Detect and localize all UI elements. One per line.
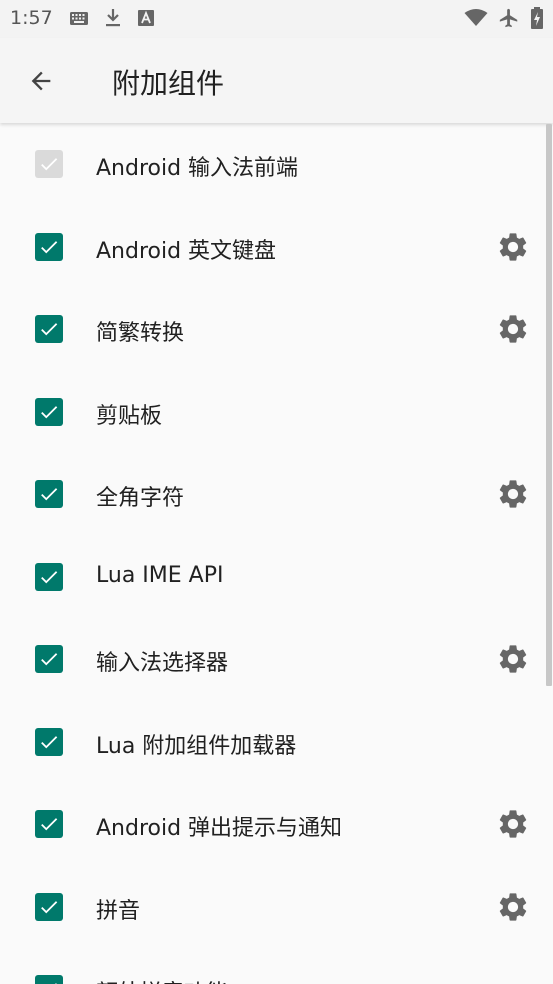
check-icon: [41, 240, 58, 253]
plugin-checkbox[interactable]: [35, 562, 63, 591]
app-bar: 附加组件: [0, 38, 553, 123]
plugin-row[interactable]: Lua IME API: [0, 536, 553, 618]
check-icon: [41, 323, 58, 336]
plugin-list[interactable]: Android 输入法前端 Android 英文键盘 简繁转换剪贴板全角字符 Lua …: [0, 123, 553, 984]
plugin-row[interactable]: 拼音: [0, 866, 553, 948]
page-title: 附加组件: [112, 67, 225, 100]
plugin-row[interactable]: Android 英文键盘: [0, 206, 553, 288]
plugin-checkbox[interactable]: [35, 645, 63, 673]
status-time: 1:57: [10, 7, 53, 29]
plugin-checkbox[interactable]: [35, 975, 63, 984]
check-icon: [41, 653, 58, 666]
plugin-settings-button[interactable]: [496, 642, 530, 676]
plugin-row[interactable]: 简繁转换: [0, 288, 553, 370]
plugin-label: 剪贴板: [96, 403, 163, 429]
plugin-row[interactable]: Android 输入法前端: [0, 123, 553, 205]
plugin-row[interactable]: 输入法选择器: [0, 618, 553, 700]
plugin-row[interactable]: 全角字符: [0, 453, 553, 535]
plugin-label: 输入法选择器: [96, 651, 229, 676]
keyboard-icon: [70, 12, 88, 25]
gear-icon: [499, 810, 527, 838]
plugin-row[interactable]: 额外拼音功能: [0, 948, 553, 984]
check-icon: [41, 570, 58, 583]
plugin-checkbox[interactable]: [35, 315, 63, 343]
arrow-back-icon: [31, 71, 51, 91]
plugin-row[interactable]: Android 弹出提示与通知: [0, 783, 553, 865]
check-icon: [55, 983, 57, 984]
plugin-checkbox[interactable]: [35, 397, 63, 426]
plugin-settings-button[interactable]: [496, 312, 530, 346]
plugin-label: Android 弹出提示与通知: [96, 816, 343, 841]
plugin-label: 全角字符: [96, 486, 185, 511]
gear-icon: [499, 892, 527, 921]
plugin-label: Lua IME API: [96, 562, 224, 588]
plugin-label: Lua 附加组件加载器: [96, 733, 297, 759]
plugin-checkbox: [35, 150, 63, 178]
wifi-icon: [464, 9, 488, 26]
gear-icon: [499, 232, 527, 261]
plugin-label: Android 英文键盘: [96, 238, 277, 264]
plugin-row[interactable]: Lua 附加组件加载器: [0, 701, 553, 783]
check-icon: [41, 735, 58, 748]
check-icon: [41, 158, 58, 171]
gear-icon: [499, 480, 527, 508]
download-icon: [106, 9, 120, 27]
plugin-settings-button[interactable]: [496, 807, 530, 841]
plugin-settings-button[interactable]: [496, 230, 530, 264]
plugin-checkbox[interactable]: [35, 810, 63, 838]
plugin-settings-button[interactable]: [496, 477, 530, 511]
plugin-label: 额外拼音功能: [96, 975, 228, 984]
plugin-checkbox[interactable]: [35, 892, 63, 921]
plugin-checkbox[interactable]: [35, 480, 63, 508]
gear-icon: [499, 645, 527, 673]
plugin-settings-button[interactable]: [496, 890, 530, 924]
check-icon: [41, 488, 58, 501]
check-icon: [41, 405, 58, 418]
plugin-label: Android 输入法前端: [96, 156, 299, 181]
font-a-icon: [138, 10, 154, 26]
airplane-icon: [499, 8, 518, 28]
battery-charging-icon: [531, 7, 543, 29]
plugin-checkbox[interactable]: [35, 727, 63, 756]
check-icon: [41, 818, 58, 831]
status-bar: 1:57: [0, 0, 553, 38]
plugin-label: 拼音: [96, 898, 141, 924]
scrollbar[interactable]: [546, 124, 552, 686]
plugin-label: 简繁转换: [96, 321, 185, 346]
gear-icon: [499, 315, 527, 343]
back-button[interactable]: [18, 58, 64, 104]
plugin-checkbox[interactable]: [35, 232, 63, 261]
check-icon: [41, 900, 58, 913]
plugin-row[interactable]: 剪贴板: [0, 371, 553, 453]
